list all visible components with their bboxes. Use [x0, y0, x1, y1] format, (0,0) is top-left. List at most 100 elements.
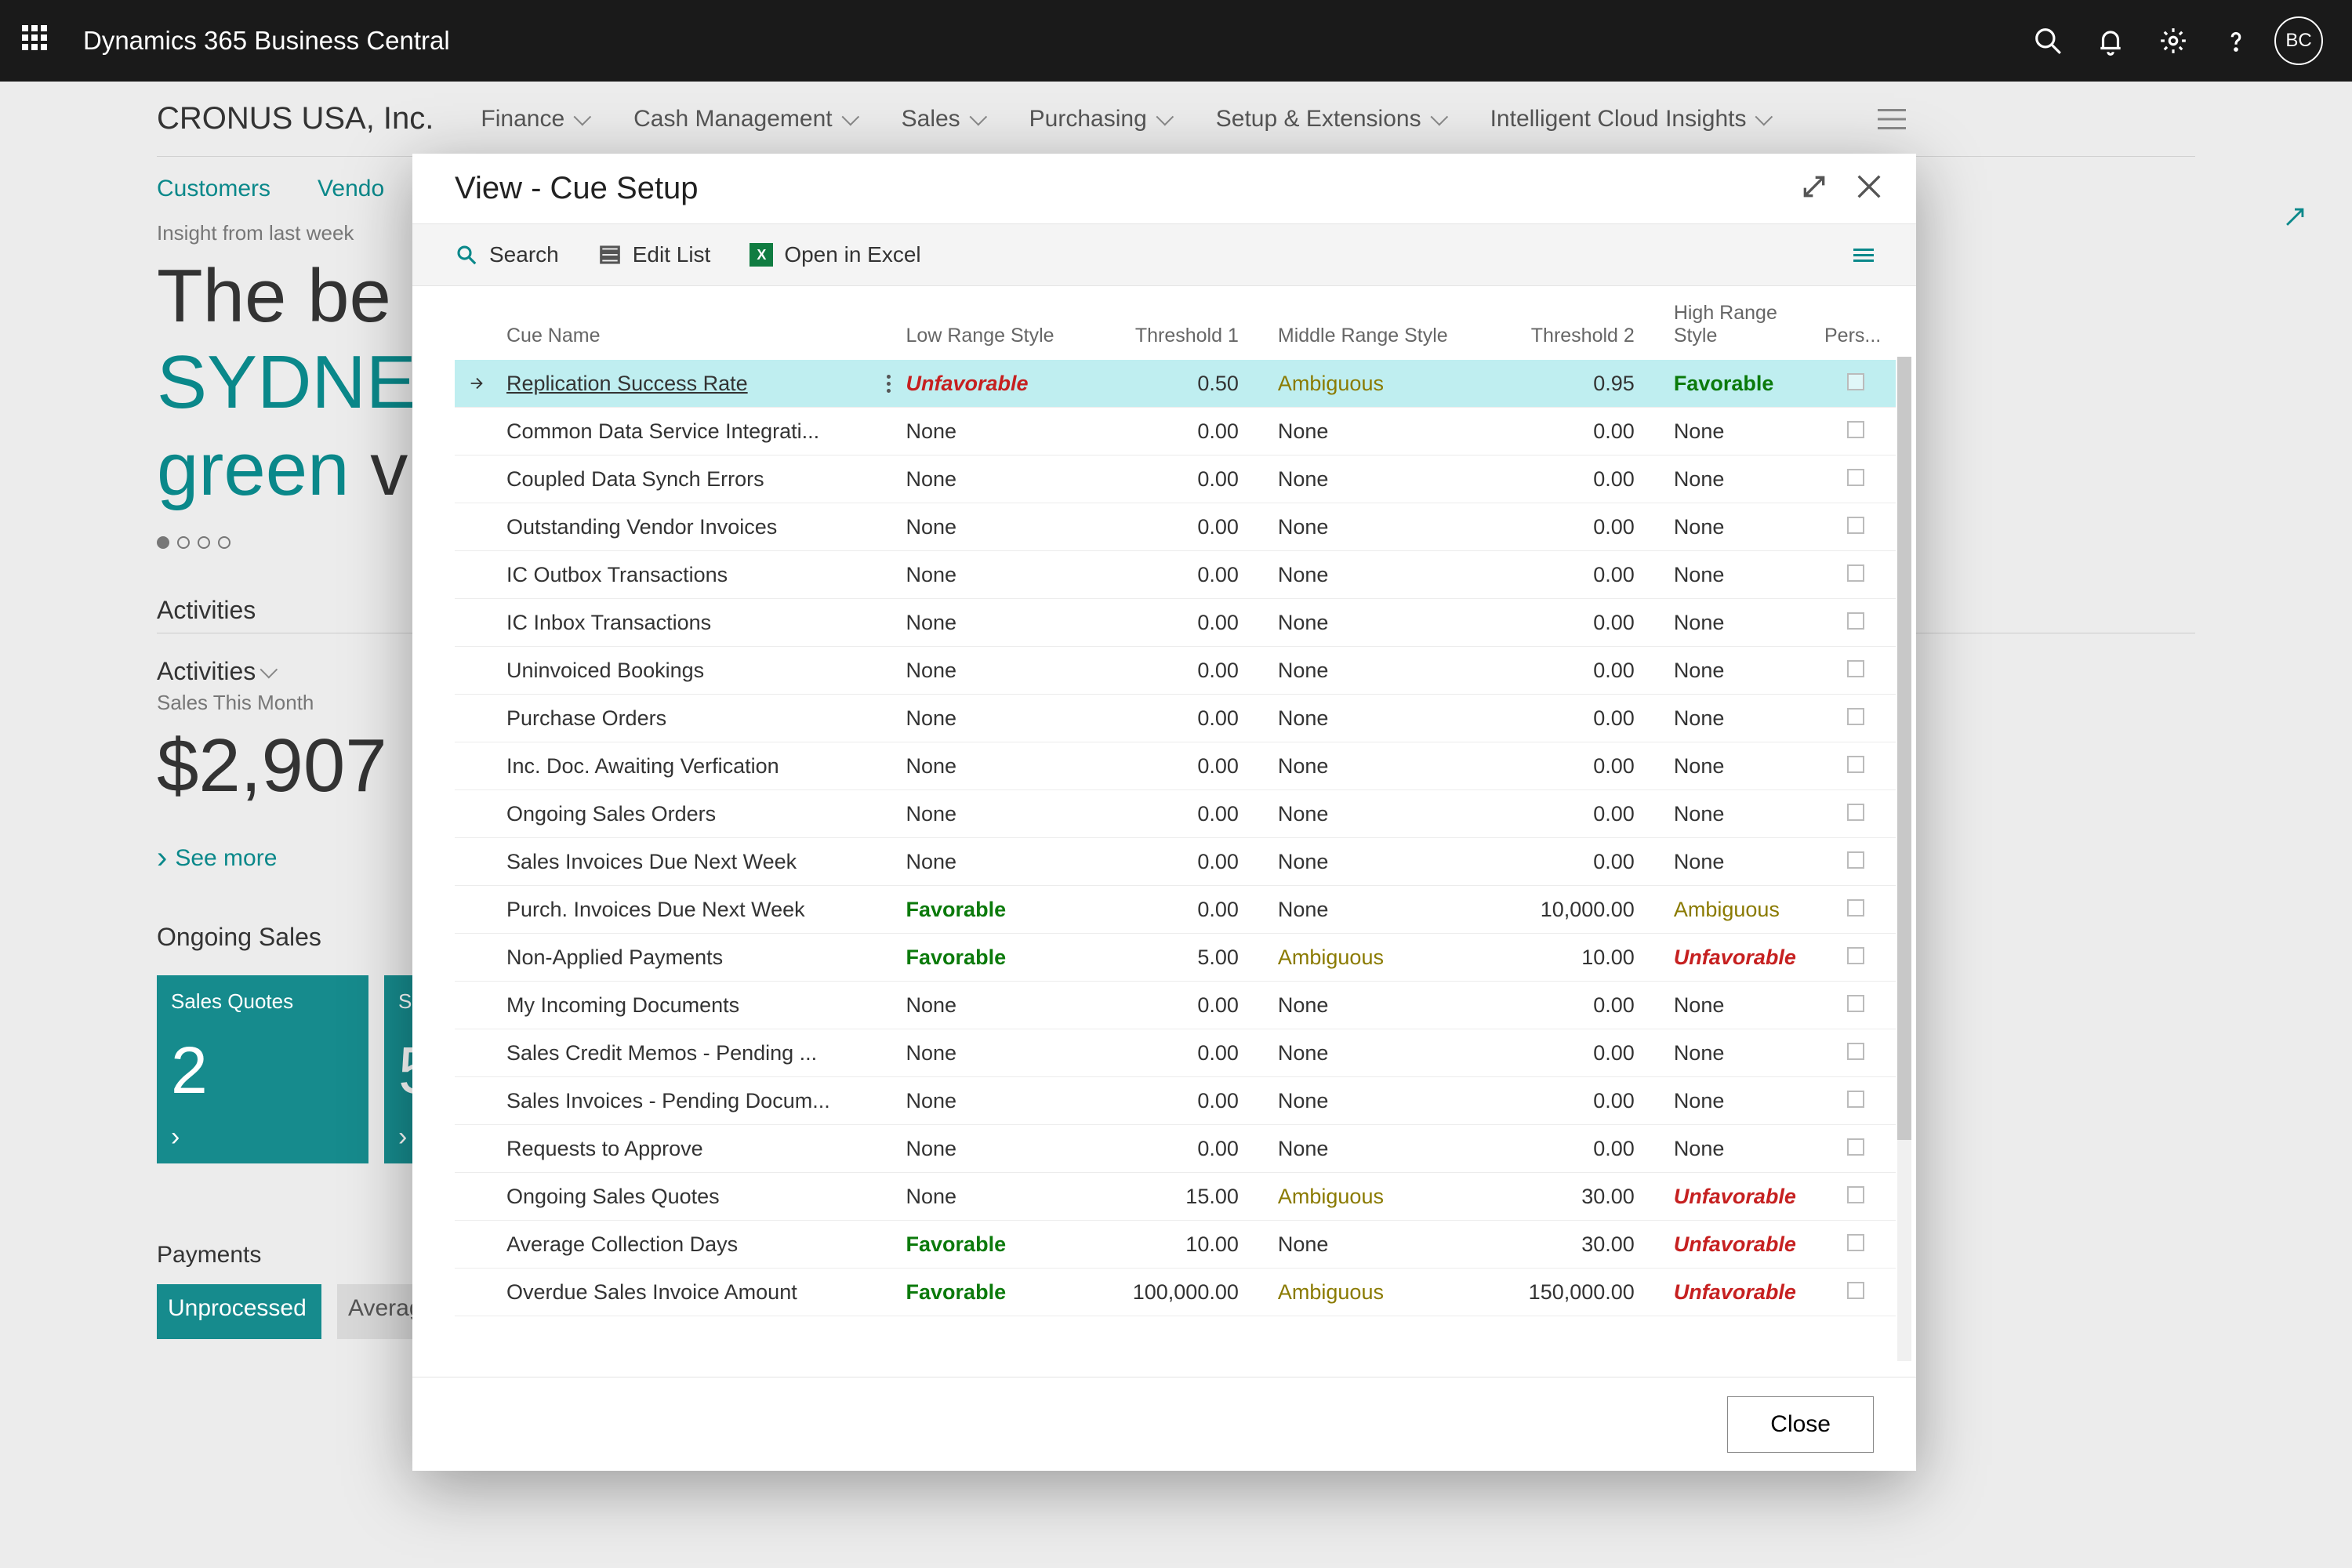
threshold-1: 10.00: [1073, 1221, 1247, 1269]
cue-name: Outstanding Vendor Invoices: [506, 515, 777, 539]
table-row[interactable]: Ongoing Sales Quotes None 15.00 Ambiguou…: [455, 1173, 1896, 1221]
product-title: Dynamics 365 Business Central: [83, 26, 450, 56]
close-icon[interactable]: [1853, 171, 1885, 206]
maximize-icon[interactable]: [1798, 171, 1830, 206]
low-range-style: Favorable: [906, 898, 1007, 921]
search-icon[interactable]: [2016, 9, 2079, 72]
activities-dropdown[interactable]: Activities: [157, 657, 273, 686]
subnav-customers[interactable]: Customers: [157, 176, 270, 202]
personalized-checkbox[interactable]: [1847, 1234, 1864, 1251]
table-row[interactable]: Overdue Sales Invoice Amount Favorable 1…: [455, 1269, 1896, 1316]
table-row[interactable]: Purchase Orders None 0.00 None 0.00 None: [455, 695, 1896, 742]
table-row[interactable]: Ongoing Sales Orders None 0.00 None 0.00…: [455, 790, 1896, 838]
table-row[interactable]: Sales Invoices Due Next Week None 0.00 N…: [455, 838, 1896, 886]
see-more-link[interactable]: See more: [157, 840, 277, 876]
app-launcher-icon[interactable]: [22, 25, 53, 56]
nav-purchasing[interactable]: Purchasing: [1029, 106, 1169, 132]
open-excel-action[interactable]: XOpen in Excel: [750, 242, 920, 267]
personalized-checkbox[interactable]: [1847, 899, 1864, 916]
personalized-checkbox[interactable]: [1847, 1282, 1864, 1299]
mid-range-style: None: [1278, 1137, 1329, 1160]
gear-icon[interactable]: [2142, 9, 2205, 72]
nav-setup-extensions[interactable]: Setup & Extensions: [1216, 106, 1443, 132]
personalized-checkbox[interactable]: [1847, 564, 1864, 582]
table-row[interactable]: Non-Applied Payments Favorable 5.00 Ambi…: [455, 934, 1896, 982]
excel-icon: X: [750, 243, 773, 267]
table-row[interactable]: Sales Invoices - Pending Docum... None 0…: [455, 1077, 1896, 1125]
bell-icon[interactable]: [2079, 9, 2142, 72]
col-low-range[interactable]: Low Range Style: [898, 286, 1073, 360]
col-personalized[interactable]: Pers...: [1817, 286, 1896, 360]
col-cue-name[interactable]: Cue Name: [455, 286, 898, 360]
cue-name-link[interactable]: Replication Success Rate: [506, 372, 748, 396]
table-row[interactable]: Requests to Approve None 0.00 None 0.00 …: [455, 1125, 1896, 1173]
mid-range-style: None: [1278, 467, 1329, 491]
personalized-checkbox[interactable]: [1847, 469, 1864, 486]
col-high-range[interactable]: High Range Style: [1642, 286, 1817, 360]
subnav-vendors[interactable]: Vendo: [318, 176, 384, 202]
high-range-style: None: [1674, 563, 1725, 586]
personalized-checkbox[interactable]: [1847, 1091, 1864, 1108]
edit-list-action[interactable]: Edit List: [598, 242, 711, 267]
high-range-style: Unfavorable: [1674, 946, 1796, 969]
personalized-checkbox[interactable]: [1847, 1043, 1864, 1060]
tile-sales-quotes[interactable]: Sales Quotes 2 ›: [157, 975, 368, 1163]
table-row[interactable]: IC Outbox Transactions None 0.00 None 0.…: [455, 551, 1896, 599]
personalized-checkbox[interactable]: [1847, 1138, 1864, 1156]
col-mid-range[interactable]: Middle Range Style: [1247, 286, 1468, 360]
table-row[interactable]: IC Inbox Transactions None 0.00 None 0.0…: [455, 599, 1896, 647]
personalized-checkbox[interactable]: [1847, 947, 1864, 964]
table-row[interactable]: Sales Credit Memos - Pending ... None 0.…: [455, 1029, 1896, 1077]
table-row[interactable]: Common Data Service Integrati... None 0.…: [455, 408, 1896, 456]
hamburger-icon[interactable]: [1878, 109, 1906, 129]
chevron-right-icon: ›: [171, 1122, 180, 1152]
cue-name: Coupled Data Synch Errors: [506, 467, 764, 492]
col-threshold-1[interactable]: Threshold 1: [1073, 286, 1247, 360]
personalized-checkbox[interactable]: [1847, 373, 1864, 390]
high-range-style: None: [1674, 1089, 1725, 1112]
tile-unprocessed[interactable]: Unprocessed: [157, 1284, 321, 1339]
table-row[interactable]: Uninvoiced Bookings None 0.00 None 0.00 …: [455, 647, 1896, 695]
close-button[interactable]: Close: [1727, 1396, 1874, 1453]
table-row[interactable]: Outstanding Vendor Invoices None 0.00 No…: [455, 503, 1896, 551]
table-row[interactable]: Average Collection Days Favorable 10.00 …: [455, 1221, 1896, 1269]
table-row[interactable]: Purch. Invoices Due Next Week Favorable …: [455, 886, 1896, 934]
nav-cash-management[interactable]: Cash Management: [633, 106, 854, 132]
list-view-icon[interactable]: [1853, 249, 1874, 262]
threshold-1: 0.00: [1073, 982, 1247, 1029]
col-threshold-2[interactable]: Threshold 2: [1468, 286, 1642, 360]
nav-sales[interactable]: Sales: [902, 106, 982, 132]
table-row[interactable]: My Incoming Documents None 0.00 None 0.0…: [455, 982, 1896, 1029]
modal-footer: Close: [412, 1377, 1916, 1471]
cue-name: IC Inbox Transactions: [506, 611, 711, 635]
threshold-2: 0.00: [1468, 790, 1642, 838]
expand-icon[interactable]: [2281, 204, 2308, 234]
company-name[interactable]: CRONUS USA, Inc.: [157, 101, 434, 136]
personalized-checkbox[interactable]: [1847, 995, 1864, 1012]
table-row[interactable]: Replication Success Rate Unfavorable 0.5…: [455, 360, 1896, 408]
nav-finance[interactable]: Finance: [481, 106, 586, 132]
personalized-checkbox[interactable]: [1847, 421, 1864, 438]
personalized-checkbox[interactable]: [1847, 660, 1864, 677]
personalized-checkbox[interactable]: [1847, 708, 1864, 725]
vertical-scrollbar[interactable]: [1897, 357, 1911, 1361]
threshold-1: 0.00: [1073, 1125, 1247, 1173]
personalized-checkbox[interactable]: [1847, 804, 1864, 821]
cue-name: IC Outbox Transactions: [506, 563, 728, 587]
table-row[interactable]: Coupled Data Synch Errors None 0.00 None…: [455, 456, 1896, 503]
row-actions-icon[interactable]: [887, 375, 891, 393]
low-range-style: Favorable: [906, 1232, 1007, 1256]
table-row[interactable]: Inc. Doc. Awaiting Verfication None 0.00…: [455, 742, 1896, 790]
personalized-checkbox[interactable]: [1847, 517, 1864, 534]
personalized-checkbox[interactable]: [1847, 756, 1864, 773]
search-action[interactable]: Search: [455, 242, 559, 267]
help-icon[interactable]: [2205, 9, 2267, 72]
threshold-1: 0.00: [1073, 742, 1247, 790]
cue-name: Inc. Doc. Awaiting Verfication: [506, 754, 779, 779]
personalized-checkbox[interactable]: [1847, 851, 1864, 869]
personalized-checkbox[interactable]: [1847, 612, 1864, 630]
nav-cloud-insights[interactable]: Intelligent Cloud Insights: [1490, 106, 1769, 132]
user-avatar[interactable]: BC: [2267, 9, 2330, 72]
personalized-checkbox[interactable]: [1847, 1186, 1864, 1203]
mid-range-style: None: [1278, 563, 1329, 586]
